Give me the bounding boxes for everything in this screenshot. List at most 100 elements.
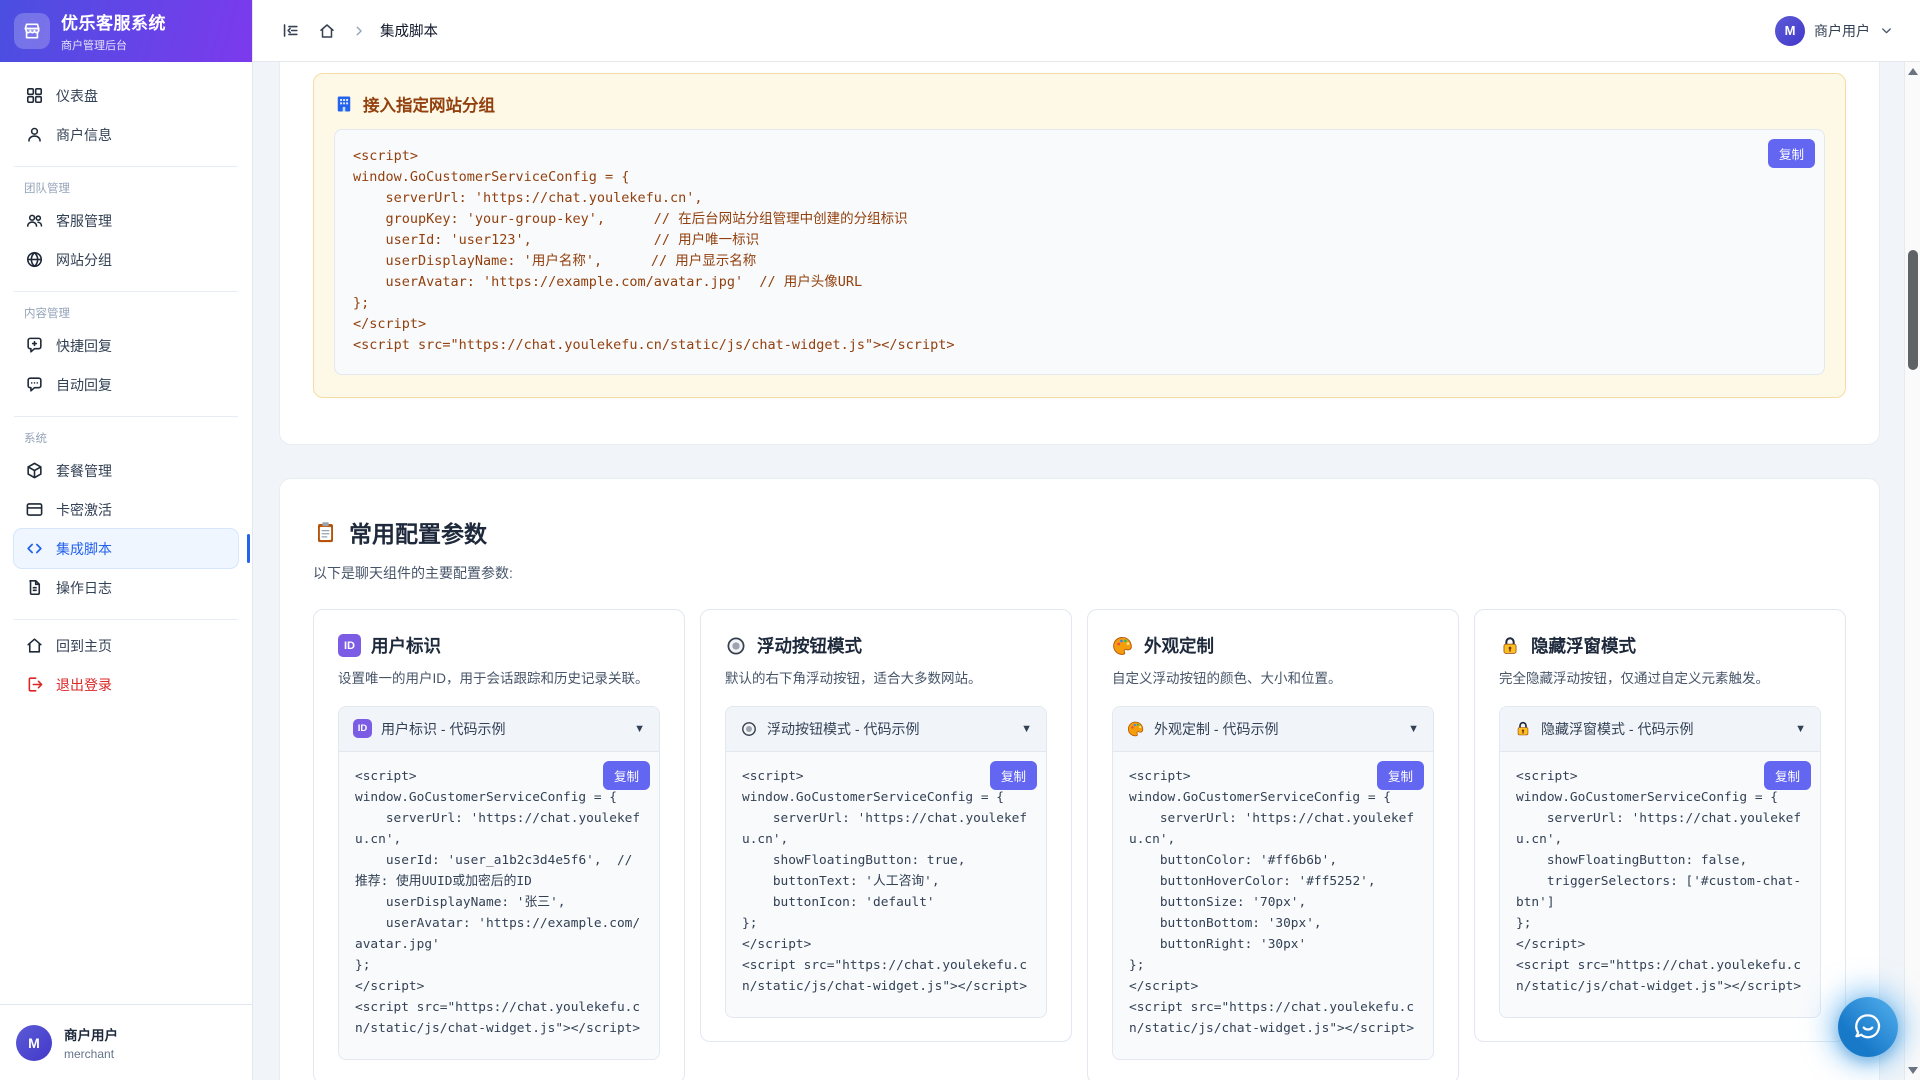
group-script-codebox: 复制 <script> window.GoCustomerServiceConf… (334, 129, 1825, 375)
sidebar-item-label: 操作日志 (56, 578, 112, 598)
param-card-floating-button: 浮动按钮模式 默认的右下角浮动按钮，适合大多数网站。 浮动按钮模式 - 代码示例… (700, 609, 1072, 1042)
copy-button[interactable]: 复制 (1377, 761, 1424, 790)
section-title: 常用配置参数 (349, 515, 487, 549)
scroll-up-arrow-icon[interactable] (1908, 68, 1918, 75)
code-example-title: 浮动按钮模式 - 代码示例 (767, 719, 919, 739)
avatar: M (1775, 16, 1805, 46)
group-script-notice: 接入指定网站分组 复制 <script> window.GoCustomerSe… (313, 73, 1846, 398)
param-card-hidden-mode: 隐藏浮窗模式 完全隐藏浮动按钮，仅通过自定义元素触发。 隐藏浮窗模式 - 代码示… (1474, 609, 1846, 1042)
app-subtitle: 商户管理后台 (61, 37, 166, 53)
sidebar-item-label: 仪表盘 (56, 86, 98, 106)
breadcrumb-current: 集成脚本 (380, 20, 438, 41)
section-subtitle: 以下是聊天组件的主要配置参数: (313, 563, 1846, 583)
sidebar-item-label: 集成脚本 (56, 539, 112, 559)
sidebar-item-label: 商户信息 (56, 125, 112, 145)
lock-icon (1514, 720, 1532, 738)
param-card-description: 自定义浮动按钮的颜色、大小和位置。 (1112, 668, 1434, 690)
id-badge-icon: ID (353, 719, 372, 738)
copy-button[interactable]: 复制 (603, 761, 650, 790)
sidebar-item-operation-log[interactable]: 操作日志 (14, 568, 238, 607)
sidebar-item-dashboard[interactable]: 仪表盘 (14, 76, 238, 115)
common-params-card: 常用配置参数 以下是聊天组件的主要配置参数: ID 用户标识 设置唯一的用户ID… (279, 478, 1880, 1080)
copy-button[interactable]: 复制 (1764, 761, 1811, 790)
sidebar-collapse-button[interactable] (279, 19, 302, 42)
credit-card-icon (24, 500, 44, 520)
radio-button-icon (725, 635, 747, 657)
breadcrumb-home-button[interactable] (316, 20, 338, 42)
code-example-toggle[interactable]: 外观定制 - 代码示例 ▼ (1113, 707, 1433, 752)
sidebar-group-system: 系统 (14, 423, 238, 451)
caret-down-icon: ▼ (1408, 723, 1419, 735)
param-card-description: 完全隐藏浮动按钮，仅通过自定义元素触发。 (1499, 668, 1821, 690)
sidebar-item-back-home[interactable]: 回到主页 (14, 626, 238, 665)
sidebar-item-card-activation[interactable]: 卡密激活 (14, 490, 238, 529)
message-plus-icon (24, 336, 44, 356)
copy-button[interactable]: 复制 (1768, 139, 1815, 168)
topbar: 集成脚本 M 商户用户 (253, 0, 1920, 62)
copy-button[interactable]: 复制 (990, 761, 1037, 790)
caret-down-icon: ▼ (1021, 723, 1032, 735)
users-icon (24, 211, 44, 231)
param-card-appearance: 外观定制 自定义浮动按钮的颜色、大小和位置。 外观定制 - 代码示例 ▼ 复制 (1087, 609, 1459, 1080)
logout-icon (24, 675, 44, 695)
user-menu[interactable]: M 商户用户 (1775, 16, 1894, 46)
code-example-toggle[interactable]: ID 用户标识 - 代码示例 ▼ (339, 707, 659, 752)
app-root: 优乐客服系统 商户管理后台 仪表盘 商户信息 团队管理 客服管理 (0, 0, 1920, 1080)
scroll-down-arrow-icon[interactable] (1908, 1067, 1918, 1074)
chevron-right-icon (352, 24, 366, 38)
code-example-toggle[interactable]: 浮动按钮模式 - 代码示例 ▼ (726, 707, 1046, 752)
sidebar-user-role: merchant (64, 1047, 118, 1061)
sidebar-item-label: 快捷回复 (56, 336, 112, 356)
chat-dots-icon (24, 375, 44, 395)
param-card-title: 外观定制 (1144, 633, 1214, 658)
home-icon (24, 636, 44, 656)
sidebar-item-site-groups[interactable]: 网站分组 (14, 240, 238, 279)
radio-button-icon (740, 720, 758, 738)
storefront-icon (14, 13, 50, 49)
scrollbar-thumb[interactable] (1908, 250, 1918, 370)
sidebar-item-quick-replies[interactable]: 快捷回复 (14, 326, 238, 365)
chevron-down-icon (1879, 23, 1894, 38)
param-card-title: 隐藏浮窗模式 (1531, 633, 1636, 658)
sidebar-user-card[interactable]: M 商户用户 merchant (0, 1004, 252, 1080)
main-area: 集成脚本 M 商户用户 接入指定网站分组 复制 <script> wind (253, 0, 1920, 1080)
sidebar-item-logout[interactable]: 退出登录 (14, 665, 238, 704)
sidebar-nav: 仪表盘 商户信息 团队管理 客服管理 网站分组 内容管理 (0, 62, 252, 1004)
code-example-title: 隐藏浮窗模式 - 代码示例 (1541, 719, 1693, 739)
sidebar-user-name: 商户用户 (64, 1024, 118, 1044)
id-badge-icon: ID (338, 634, 361, 657)
sidebar-item-integration-script[interactable]: 集成脚本 (14, 529, 238, 568)
group-script-code: <script> window.GoCustomerServiceConfig … (353, 146, 1806, 356)
lock-icon (1499, 635, 1521, 657)
sidebar-item-plan-management[interactable]: 套餐管理 (14, 451, 238, 490)
sidebar-item-label: 网站分组 (56, 250, 112, 270)
code-example: <script> window.GoCustomerServiceConfig … (742, 766, 1030, 997)
param-card-title: 浮动按钮模式 (757, 633, 862, 658)
sidebar: 优乐客服系统 商户管理后台 仪表盘 商户信息 团队管理 客服管理 (0, 0, 253, 1080)
package-icon (24, 461, 44, 481)
code-example-toggle[interactable]: 隐藏浮窗模式 - 代码示例 ▼ (1500, 707, 1820, 752)
app-logo: 优乐客服系统 商户管理后台 (0, 0, 252, 62)
param-card-description: 设置唯一的用户ID，用于会话跟踪和历史记录关联。 (338, 668, 660, 690)
page-content: 接入指定网站分组 复制 <script> window.GoCustomerSe… (253, 62, 1920, 1080)
sidebar-item-label: 回到主页 (56, 636, 112, 656)
sidebar-item-label: 退出登录 (56, 675, 112, 695)
group-script-card: 接入指定网站分组 复制 <script> window.GoCustomerSe… (279, 62, 1880, 445)
document-icon (24, 578, 44, 598)
code-example: <script> window.GoCustomerServiceConfig … (355, 766, 643, 1039)
chat-widget-button[interactable] (1838, 997, 1898, 1057)
sidebar-item-label: 客服管理 (56, 211, 112, 231)
sidebar-item-auto-reply[interactable]: 自动回复 (14, 365, 238, 404)
sidebar-item-merchant-info[interactable]: 商户信息 (14, 115, 238, 154)
avatar: M (16, 1025, 52, 1061)
sidebar-group-team: 团队管理 (14, 173, 238, 201)
code-example-title: 用户标识 - 代码示例 (381, 719, 505, 739)
sidebar-item-agent-management[interactable]: 客服管理 (14, 201, 238, 240)
sidebar-item-label: 自动回复 (56, 375, 112, 395)
sidebar-item-label: 套餐管理 (56, 461, 112, 481)
vertical-scrollbar[interactable] (1904, 62, 1920, 1080)
code-example: <script> window.GoCustomerServiceConfig … (1516, 766, 1804, 997)
user-icon (24, 125, 44, 145)
code-example: <script> window.GoCustomerServiceConfig … (1129, 766, 1417, 1039)
group-script-title: 接入指定网站分组 (363, 92, 495, 116)
